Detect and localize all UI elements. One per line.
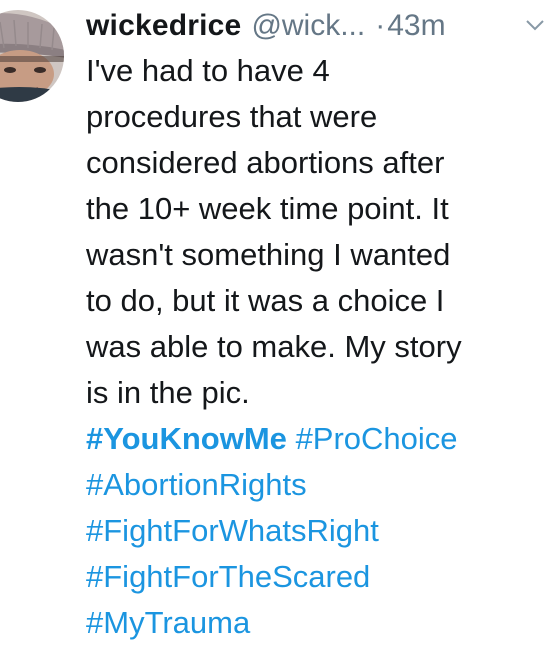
tweet-header: wickedrice @wick... · 43m: [86, 6, 557, 50]
hashtag-youknowme[interactable]: #YouKnowMe: [86, 421, 287, 456]
hashtag-line: #AbortionRights: [86, 462, 548, 508]
hashtag-abortionrights[interactable]: #AbortionRights: [86, 467, 307, 502]
hashtag-line: #FightForTheScared: [86, 554, 548, 600]
hashtag-mytrauma[interactable]: #MyTrauma: [86, 605, 250, 640]
tweet-text-line: considered abortions after: [86, 145, 445, 180]
tweet-text-line: to do, but it was a choice I: [86, 283, 445, 318]
hashtag-fightforthescared[interactable]: #FightForTheScared: [86, 559, 370, 594]
hashtag-line: #YouKnowMe #ProChoice: [86, 416, 548, 462]
user-handle[interactable]: @wick...: [251, 6, 365, 46]
hashtag-line: #FightForWhatsRight: [86, 508, 548, 554]
timestamp[interactable]: 43m: [387, 6, 445, 46]
hashtag-prochoice[interactable]: #ProChoice: [296, 421, 458, 456]
avatar[interactable]: [0, 8, 66, 104]
tweet-text: I've had to have 4 procedures that were …: [86, 48, 548, 646]
tweet-text-line: the 10+ week time point. It: [86, 191, 449, 226]
display-name[interactable]: wickedrice: [86, 6, 241, 46]
separator-dot: ·: [375, 9, 386, 42]
tweet-text-line: procedures that were: [86, 99, 378, 134]
hashtag-fightforwhatsright[interactable]: #FightForWhatsRight: [86, 513, 379, 548]
tweet-text-line: wasn't something I wanted: [86, 237, 451, 272]
hashtag-line: #MyTrauma: [86, 600, 548, 646]
user-avatar-photo-icon: [0, 10, 64, 102]
chevron-down-icon[interactable]: [525, 18, 545, 32]
tweet-text-line: I've had to have 4: [86, 53, 330, 88]
tweet-text-line: is in the pic.: [86, 375, 250, 410]
tweet-text-line: was able to make. My story: [86, 329, 462, 364]
